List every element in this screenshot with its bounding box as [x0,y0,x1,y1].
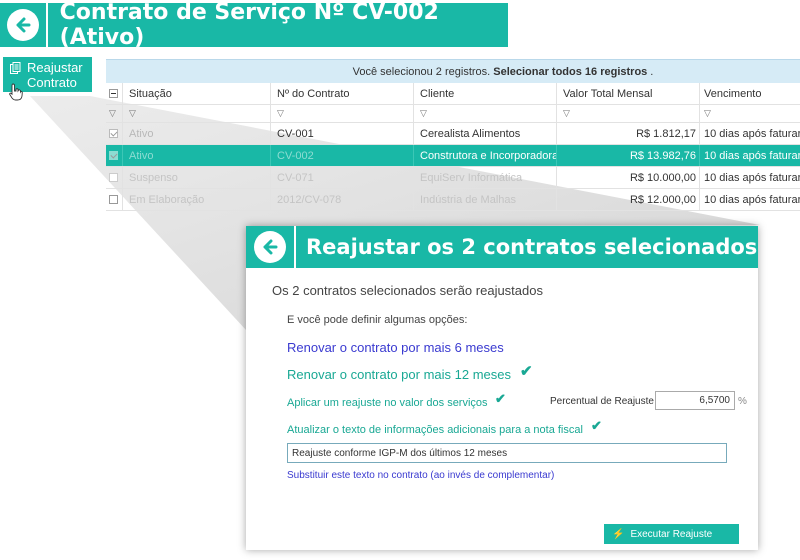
table-row-selected[interactable]: Ativo CV-002 Construtora e Incorporadora… [106,145,800,167]
cell-contrato: CV-071 [271,167,414,188]
dialog-back-button[interactable] [246,226,296,268]
cell-contrato: 2012/CV-078 [271,189,414,210]
renew-12-months-link[interactable]: Renovar o contrato por mais 12 meses [287,367,511,382]
cell-valor: R$ 10.000,00 [557,167,700,188]
back-arrow-icon [254,231,286,263]
back-button[interactable] [0,3,48,47]
filter-icon[interactable]: ▽ [109,108,116,119]
executar-reajuste-button[interactable]: ⚡ Executar Reajuste [604,524,739,544]
percentual-input[interactable] [655,391,735,410]
filter-icon[interactable]: ▽ [129,108,136,119]
dialog-header: Reajustar os 2 contratos selecionados [246,226,758,268]
cell-contrato: CV-001 [271,123,414,144]
selection-info-bar: Você selecionou 2 registros. Selecionar … [106,59,800,83]
cell-valor: R$ 1.812,17 [557,123,700,144]
column-header-contrato[interactable]: Nº do Contrato [271,83,414,104]
hand-pointer-icon [9,83,23,106]
column-header-cliente[interactable]: Cliente [414,83,557,104]
page-title: Contrato de Serviço Nº CV-002 (Ativo) [59,0,439,50]
cell-vencimento: 10 dias após faturar [704,171,800,184]
table-row[interactable]: Em Elaboração 2012/CV-078 Indústria de M… [106,189,800,211]
cell-cliente: Construtora e Incorporadora [414,145,557,166]
row-checkbox-icon[interactable] [109,129,118,138]
filter-icon[interactable]: ▽ [563,108,570,119]
table-row[interactable]: Suspenso CV-071 EquiServ Informática R$ … [106,167,800,189]
grid-filter-row: ▽ ▽ ▽ ▽ ▽ ▽ [106,105,800,123]
grid-header-row: Situação Nº do Contrato Cliente Valor To… [106,83,800,105]
page-header: Contrato de Serviço Nº CV-002 (Ativo) [0,0,508,50]
table-row[interactable]: Ativo CV-001 Cerealista Alimentos R$ 1.8… [106,123,800,145]
cell-vencimento: 10 dias após faturar [704,127,800,140]
checkmark-icon: ✔ [495,391,506,406]
reajustar-label-line2: Contrato [27,75,77,90]
bolt-icon: ⚡ [612,528,625,540]
reajuste-dialog: Reajustar os 2 contratos selecionados Os… [246,226,758,550]
column-header-vencimento[interactable]: Vencimento [700,83,800,104]
selection-info-text: Você selecionou 2 registros. [352,65,491,78]
replace-text-link[interactable]: Substituir este texto no contrato (ao in… [287,470,554,481]
cell-valor: R$ 12.000,00 [557,189,700,210]
renew-6-months-link[interactable]: Renovar o contrato por mais 6 meses [287,340,504,355]
document-icon [10,62,21,78]
row-checkbox-icon[interactable] [109,173,118,182]
select-all-suffix: . [650,65,654,78]
additional-info-input[interactable] [287,443,727,463]
percent-unit: % [738,396,747,407]
row-checkbox-icon[interactable] [109,195,118,204]
back-arrow-icon [6,9,39,41]
dialog-title: Reajustar os 2 contratos selecionados [306,235,758,259]
cell-cliente: Indústria de Malhas [414,189,557,210]
cell-vencimento: 10 dias após faturar [704,193,800,206]
apply-adjust-link[interactable]: Aplicar um reajuste no valor dos serviço… [287,397,488,409]
cell-contrato: CV-002 [271,145,414,166]
column-header-situacao[interactable]: Situação [123,83,271,104]
cell-vencimento: 10 dias após faturar [704,149,800,162]
filter-icon[interactable]: ▽ [704,108,711,119]
checkmark-icon: ✔ [520,363,533,380]
options-intro: E você pode definir algumas opções: [287,314,468,326]
cell-situacao: Suspenso [123,167,271,188]
reajustar-label-line1: Reajustar [27,60,83,75]
cell-situacao: Ativo [123,145,271,166]
cell-cliente: EquiServ Informática [414,167,557,188]
row-checkbox-icon[interactable] [109,151,118,160]
select-all-checkbox-icon[interactable] [109,89,118,98]
select-all-link[interactable]: Selecionar todos 16 registros [493,66,647,78]
executar-reajuste-label: Executar Reajuste [630,528,713,540]
cell-valor: R$ 13.982,76 [557,145,700,166]
filter-icon[interactable]: ▽ [420,108,427,119]
update-text-link[interactable]: Atualizar o texto de informações adicion… [287,424,583,436]
cell-situacao: Em Elaboração [123,189,271,210]
cell-situacao: Ativo [123,123,271,144]
column-header-valor[interactable]: Valor Total Mensal [557,83,700,104]
checkmark-icon: ✔ [591,418,602,433]
dialog-subtitle: Os 2 contratos selecionados serão reajus… [272,283,543,298]
percentual-label: Percentual de Reajuste [550,396,654,407]
contracts-grid: Você selecionou 2 registros. Selecionar … [106,59,800,211]
filter-icon[interactable]: ▽ [277,108,284,119]
cell-cliente: Cerealista Alimentos [414,123,557,144]
